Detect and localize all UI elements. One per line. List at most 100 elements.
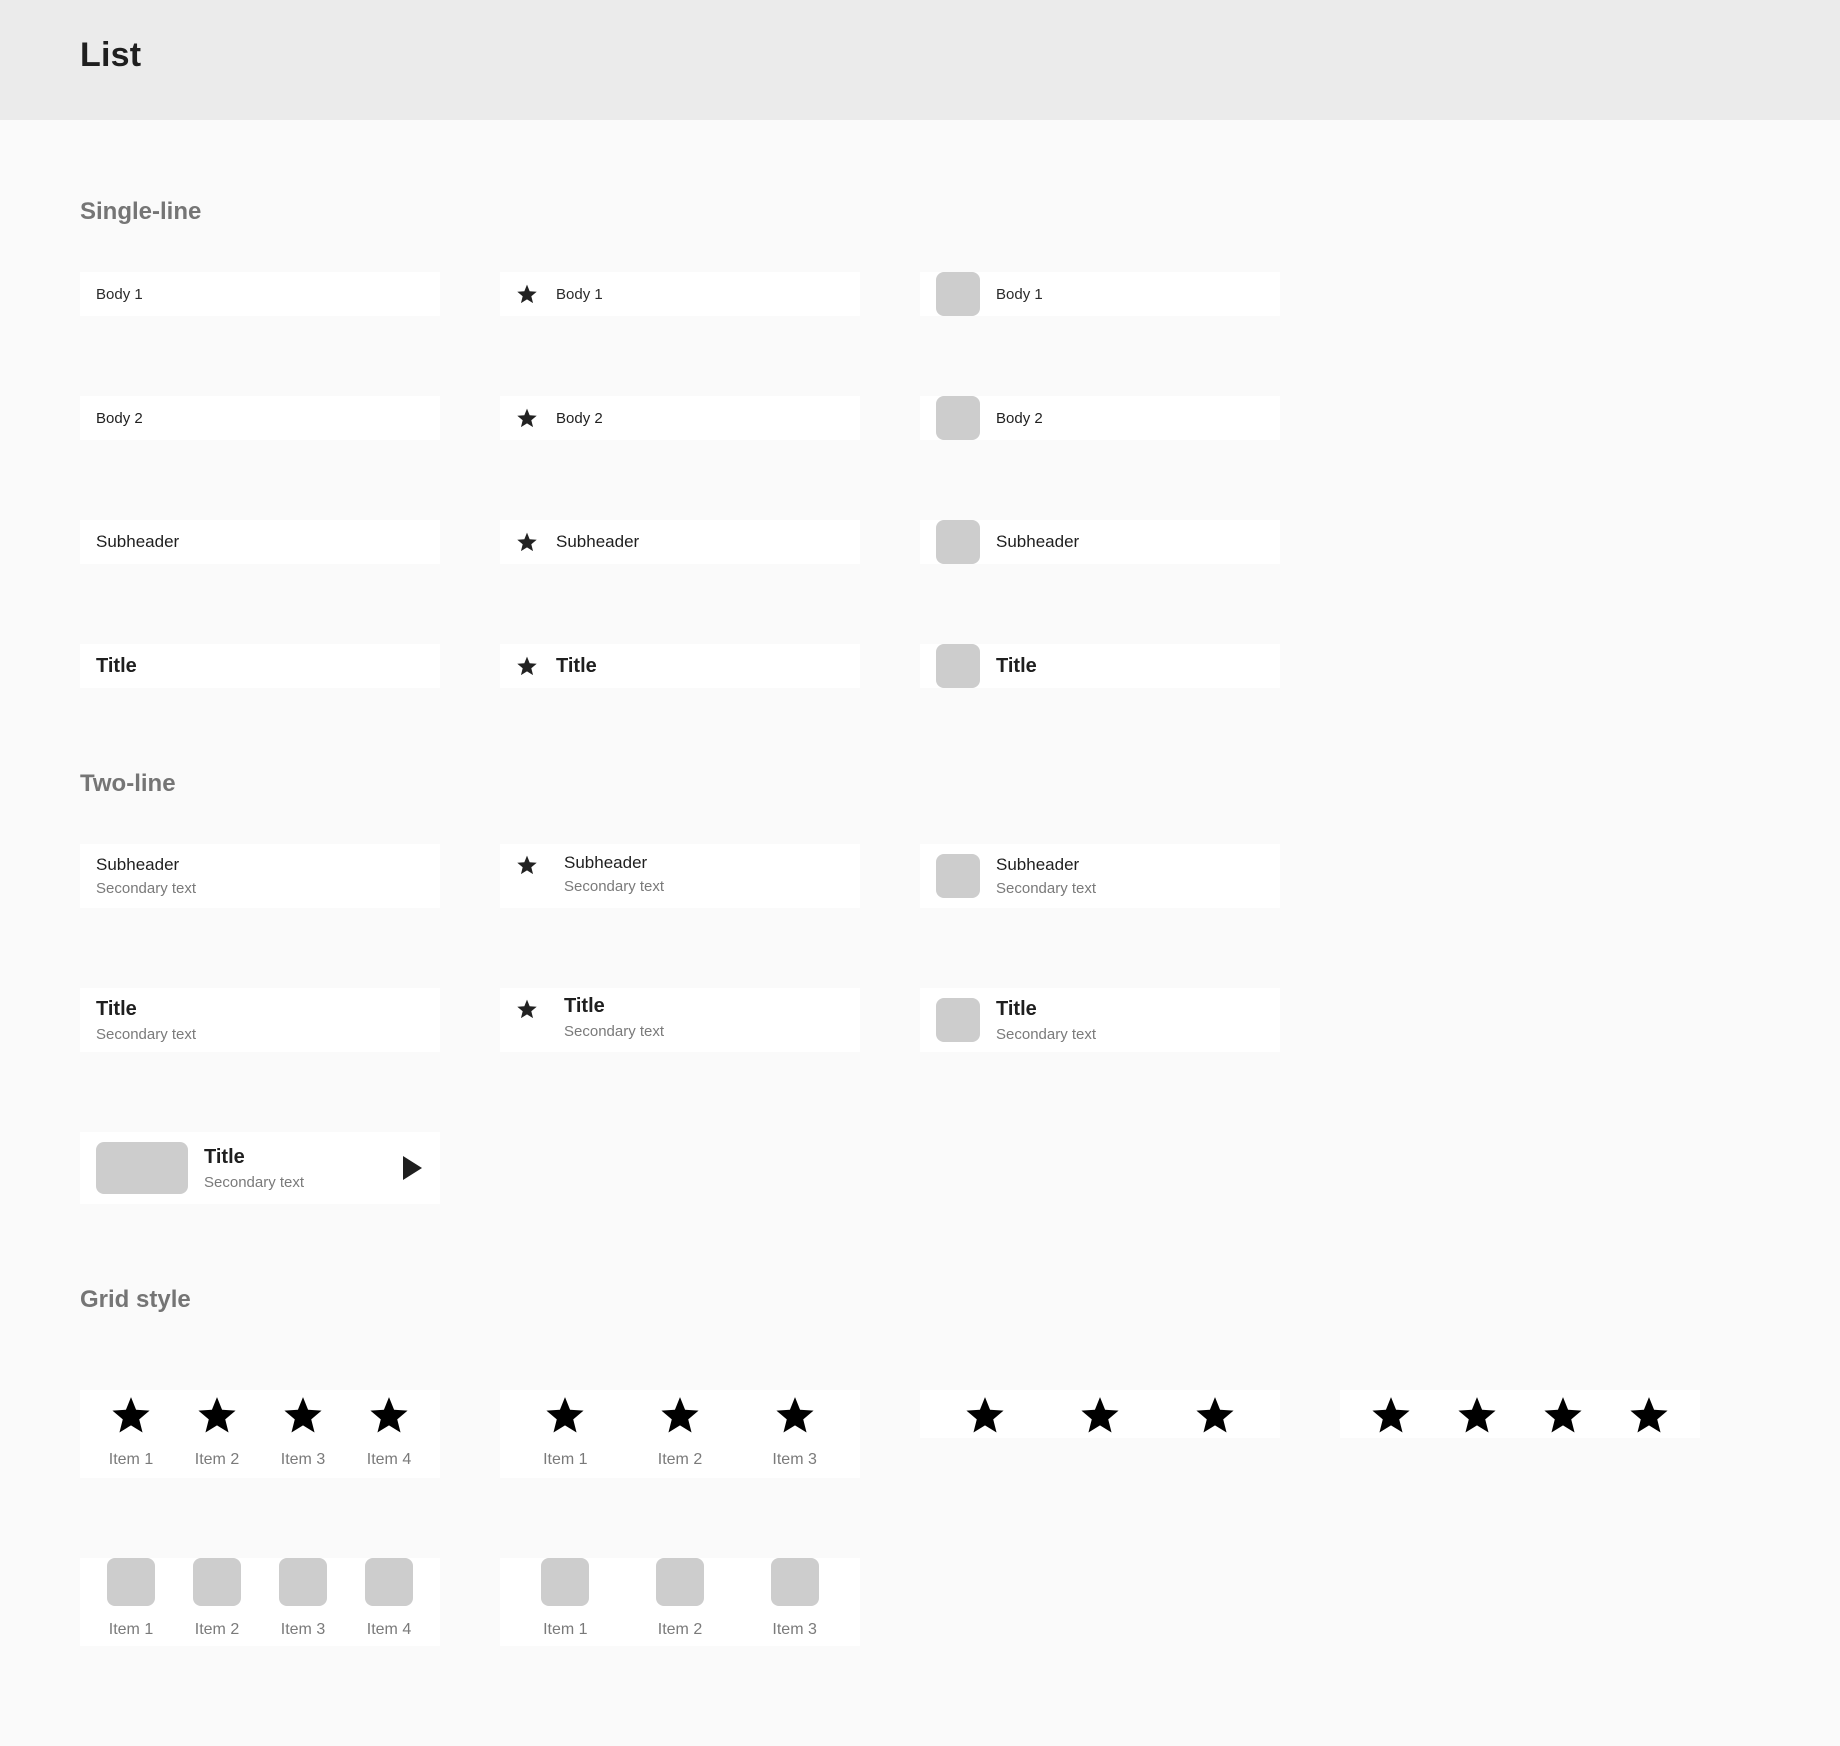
grid-item[interactable]: Item 1 <box>109 1390 153 1478</box>
list-item-label: Body 1 <box>96 285 143 303</box>
star-icon <box>516 998 538 1020</box>
grid-item[interactable] <box>1627 1390 1671 1438</box>
thumbnail <box>541 1558 590 1606</box>
grid-item[interactable] <box>1078 1390 1122 1438</box>
play-icon[interactable] <box>403 1156 422 1180</box>
thumbnail <box>193 1558 241 1606</box>
thumbnail <box>279 1558 327 1606</box>
list-item[interactable]: Subheader <box>920 520 1280 564</box>
grid-list: Item 1 Item 2 Item 3 Item 4 <box>80 1390 440 1478</box>
grid-item[interactable]: Item 4 <box>365 1558 413 1646</box>
thumbnail <box>107 1558 155 1606</box>
grid-item[interactable]: Item 3 <box>772 1390 817 1478</box>
list-item-label: Body 2 <box>556 409 603 427</box>
secondary-text: Secondary text <box>96 1025 197 1043</box>
media-thumbnail <box>96 1142 188 1194</box>
grid-item-label: Item 2 <box>657 1621 703 1638</box>
grid-item-label: Item 2 <box>194 1451 240 1468</box>
grid-item[interactable] <box>1369 1390 1413 1438</box>
two-line-list-item[interactable]: Subheader Secondary text <box>920 844 1280 908</box>
grid-item-label: Item 3 <box>772 1621 817 1638</box>
star-icon <box>543 1390 587 1441</box>
star-icon <box>281 1390 325 1441</box>
media-item-title: Title <box>204 1145 245 1168</box>
two-line-list-item[interactable]: Title Secondary text <box>500 988 860 1052</box>
star-icon <box>195 1390 239 1441</box>
grid-item-label: Item 2 <box>657 1451 703 1468</box>
grid-item[interactable]: Item 2 <box>658 1390 702 1478</box>
star-icon <box>516 283 538 305</box>
section-title-two-line: Two-line <box>80 770 176 797</box>
two-line-list-item[interactable]: Title Secondary text <box>80 988 440 1052</box>
grid-item[interactable]: Item 4 <box>367 1390 411 1478</box>
list-item[interactable]: Subheader <box>80 520 440 564</box>
list-item[interactable]: Title <box>920 644 1280 688</box>
grid-item[interactable] <box>963 1390 1007 1438</box>
grid-item-label: Item 3 <box>772 1451 817 1468</box>
media-item-secondary: Secondary text <box>204 1173 305 1191</box>
star-icon <box>1078 1390 1122 1441</box>
list-item-label: Title <box>996 654 1037 677</box>
grid-item[interactable] <box>1541 1390 1585 1438</box>
grid-item[interactable] <box>1455 1390 1499 1438</box>
list-item-label: Body 2 <box>996 409 1043 427</box>
star-icon <box>516 655 538 677</box>
page: List Single-line Body 1 Body 1 Body 1 Body … <box>0 0 1840 1746</box>
media-list-item[interactable]: Title Secondary text <box>80 1132 440 1204</box>
thumbnail <box>936 396 980 440</box>
thumbnail <box>365 1558 413 1606</box>
star-icon <box>963 1390 1007 1441</box>
grid-item[interactable]: Item 3 <box>770 1558 819 1646</box>
grid-item-label: Item 2 <box>194 1621 240 1638</box>
star-icon <box>109 1390 153 1441</box>
star-icon <box>1455 1390 1499 1441</box>
star-icon <box>1627 1390 1671 1441</box>
list-item[interactable]: Subheader <box>500 520 860 564</box>
list-item[interactable]: Body 2 <box>500 396 860 440</box>
list-item[interactable]: Body 1 <box>80 272 440 316</box>
grid-item-label: Item 4 <box>366 1621 412 1638</box>
grid-item[interactable]: Item 1 <box>543 1390 588 1478</box>
star-icon <box>1541 1390 1585 1441</box>
grid-list <box>1340 1390 1700 1438</box>
list-item[interactable]: Body 1 <box>500 272 860 316</box>
primary-text: Subheader <box>96 855 180 874</box>
grid-item-label: Item 1 <box>543 1621 588 1638</box>
list-item-label: Title <box>556 654 597 677</box>
grid-item[interactable]: Item 3 <box>281 1390 325 1478</box>
grid-item[interactable]: Item 2 <box>195 1390 239 1478</box>
list-item[interactable]: Body 2 <box>80 396 440 440</box>
list-item-label: Body 1 <box>996 285 1043 303</box>
star-icon <box>773 1390 817 1441</box>
two-line-list-item[interactable]: Subheader Secondary text <box>500 844 860 908</box>
star-icon <box>516 531 538 553</box>
thumbnail <box>936 998 980 1042</box>
grid-item[interactable]: Item 3 <box>279 1558 327 1646</box>
grid-item-label: Item 1 <box>543 1451 588 1468</box>
grid-list: Item 1 Item 2 Item 3 <box>500 1390 860 1478</box>
star-icon <box>1369 1390 1413 1441</box>
two-line-list-item[interactable]: Subheader Secondary text <box>80 844 440 908</box>
list-item[interactable]: Title <box>500 644 860 688</box>
primary-text: Title <box>996 997 1037 1020</box>
grid-item[interactable]: Item 1 <box>541 1558 590 1646</box>
thumbnail <box>936 520 980 564</box>
grid-item[interactable] <box>1193 1390 1237 1438</box>
secondary-text: Secondary text <box>996 1025 1097 1043</box>
star-icon <box>516 407 538 429</box>
grid-list: Item 1 Item 2 Item 3 Item 4 <box>80 1558 440 1646</box>
list-item[interactable]: Body 2 <box>920 396 1280 440</box>
two-line-list-item[interactable]: Title Secondary text <box>920 988 1280 1052</box>
secondary-text: Secondary text <box>996 880 1097 897</box>
list-item-label: Subheader <box>996 532 1080 551</box>
thumbnail <box>770 1558 819 1606</box>
list-item[interactable]: Body 1 <box>920 272 1280 316</box>
secondary-text: Secondary text <box>96 880 197 897</box>
grid-item[interactable]: Item 2 <box>193 1558 241 1646</box>
grid-item[interactable]: Item 1 <box>107 1558 155 1646</box>
list-item-label: Subheader <box>556 532 640 551</box>
thumbnail <box>655 1558 704 1606</box>
grid-item[interactable]: Item 2 <box>655 1558 704 1646</box>
list-item[interactable]: Title <box>80 644 440 688</box>
star-icon <box>516 854 538 876</box>
